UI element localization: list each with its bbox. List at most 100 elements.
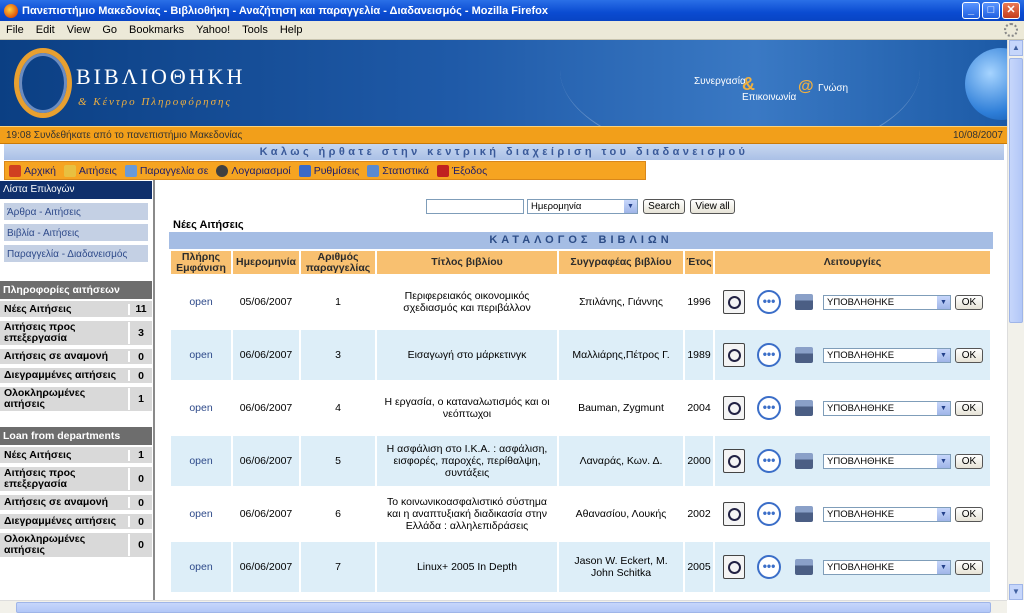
- nav-order[interactable]: Παραγγελία σε: [121, 164, 213, 177]
- col-full-view[interactable]: Πλήρης Εμφάνιση: [171, 251, 231, 277]
- open-link[interactable]: open: [189, 508, 212, 520]
- menu-help[interactable]: Help: [274, 24, 309, 36]
- ok-button[interactable]: OK: [955, 347, 983, 363]
- col-book-author[interactable]: Συγγραφέας βιβλίου: [559, 251, 683, 277]
- sidebar-divider: [153, 180, 155, 600]
- open-link[interactable]: open: [189, 455, 212, 467]
- stat-row[interactable]: Ολοκληρωμένες αιτήσεις 0: [0, 533, 152, 559]
- printer-icon[interactable]: [795, 453, 813, 469]
- menu-view[interactable]: View: [61, 24, 97, 36]
- session-status-bar: 19:08 Συνδεθήκατε από το πανεπιστήμιο Μα…: [0, 126, 1007, 144]
- stat-row[interactable]: Νέες Αιτήσεις 1: [0, 447, 152, 465]
- stat-row[interactable]: Αιτήσεις σε αναμονή 0: [0, 349, 152, 366]
- chevron-down-icon[interactable]: ▼: [937, 401, 950, 415]
- more-options-icon[interactable]: •••: [757, 449, 781, 473]
- sidebar-item-articles-requests[interactable]: Άρθρα - Αιτήσεις: [4, 203, 148, 222]
- menu-file[interactable]: File: [0, 24, 30, 36]
- scrollbar-thumb[interactable]: [1009, 58, 1023, 323]
- more-options-icon[interactable]: •••: [757, 343, 781, 367]
- search-button[interactable]: Search: [643, 199, 685, 214]
- nav-requests[interactable]: Αιτήσεις: [60, 164, 121, 177]
- scroll-down-icon[interactable]: ▼: [1009, 584, 1023, 600]
- cell-author: Αθανασίου, Λουκής: [559, 489, 683, 542]
- nav-statistics[interactable]: Στατιστικά: [363, 164, 433, 177]
- nav-settings[interactable]: Ρυθμίσεις: [295, 164, 364, 177]
- ok-button[interactable]: OK: [955, 294, 983, 310]
- stat-row[interactable]: Διεγραμμένες αιτήσεις 0: [0, 514, 152, 531]
- magnifier-icon[interactable]: [723, 502, 745, 526]
- vertical-scrollbar[interactable]: ▲ ▼: [1007, 40, 1024, 600]
- printer-icon[interactable]: [795, 400, 813, 416]
- ok-button[interactable]: OK: [955, 453, 983, 469]
- table-row: open 06/06/2007 7 Linux+ 2005 In Depth Jason…: [171, 542, 990, 595]
- magnifier-icon[interactable]: [723, 449, 745, 473]
- open-link[interactable]: open: [189, 296, 212, 308]
- stat-row[interactable]: Αιτήσεις σε αναμονή 0: [0, 495, 152, 512]
- horizontal-scrollbar[interactable]: [0, 600, 1007, 613]
- col-date[interactable]: Ημερομηνία: [233, 251, 299, 277]
- col-order-number[interactable]: Αριθμός παραγγελίας: [301, 251, 375, 277]
- cell-year: 2002: [685, 489, 713, 542]
- more-options-icon[interactable]: •••: [757, 396, 781, 420]
- nav-accounts[interactable]: Λογαριασμοί: [212, 164, 294, 177]
- stat-row[interactable]: Ολοκληρωμένες αιτήσεις 1: [0, 387, 152, 413]
- magnifier-icon[interactable]: [723, 396, 745, 420]
- menu-bookmarks[interactable]: Bookmarks: [123, 24, 190, 36]
- magnifier-icon[interactable]: [723, 555, 745, 579]
- ok-button[interactable]: OK: [955, 559, 983, 575]
- minimize-button[interactable]: _: [962, 2, 980, 19]
- status-select[interactable]: ΥΠΟΒΛΗΘΗΚΕ ▼: [823, 347, 951, 363]
- cell-title: Linux+ 2005 In Depth: [377, 542, 557, 595]
- menu-go[interactable]: Go: [96, 24, 123, 36]
- more-options-icon[interactable]: •••: [757, 502, 781, 526]
- printer-icon[interactable]: [795, 506, 813, 522]
- chevron-down-icon[interactable]: ▼: [937, 295, 950, 309]
- status-select[interactable]: ΥΠΟΒΛΗΘΗΚΕ ▼: [823, 506, 951, 522]
- scrollbar-thumb[interactable]: [16, 602, 991, 613]
- table-row: open 06/06/2007 6 Το κοινωνικοασφαλιστικό σ…: [171, 489, 990, 542]
- view-all-button[interactable]: View all: [690, 199, 735, 214]
- more-options-icon[interactable]: •••: [757, 290, 781, 314]
- ok-button[interactable]: OK: [955, 400, 983, 416]
- stat-row[interactable]: Νέες Αιτήσεις 11: [0, 301, 152, 319]
- chevron-down-icon[interactable]: ▼: [624, 200, 637, 213]
- open-link[interactable]: open: [189, 402, 212, 414]
- library-logo-icon[interactable]: [14, 48, 72, 118]
- stat-row[interactable]: Διεγραμμένες αιτήσεις 0: [0, 368, 152, 385]
- col-year[interactable]: Έτος: [685, 251, 713, 277]
- search-field-select[interactable]: Ημερομηνία ▼: [527, 199, 638, 214]
- chevron-down-icon[interactable]: ▼: [937, 454, 950, 468]
- status-select[interactable]: ΥΠΟΒΛΗΘΗΚΕ ▼: [823, 453, 951, 469]
- ok-button[interactable]: OK: [955, 506, 983, 522]
- status-select[interactable]: ΥΠΟΒΛΗΘΗΚΕ ▼: [823, 294, 951, 310]
- more-options-icon[interactable]: •••: [757, 555, 781, 579]
- close-button[interactable]: ✕: [1002, 2, 1020, 19]
- printer-icon[interactable]: [795, 294, 813, 310]
- chevron-down-icon[interactable]: ▼: [937, 348, 950, 362]
- col-book-title[interactable]: Τίτλος βιβλίου: [377, 251, 557, 277]
- status-select[interactable]: ΥΠΟΒΛΗΘΗΚΕ ▼: [823, 559, 951, 575]
- chevron-down-icon[interactable]: ▼: [937, 507, 950, 521]
- stat-row[interactable]: Αιτήσεις προς επεξεργασία 0: [0, 467, 152, 493]
- sidebar-item-books-requests[interactable]: Βιβλία - Αιτήσεις: [4, 224, 148, 243]
- search-input[interactable]: [426, 199, 524, 214]
- nav-exit[interactable]: Έξοδος: [433, 164, 491, 177]
- menu-edit[interactable]: Edit: [30, 24, 61, 36]
- menu-yahoo[interactable]: Yahoo!: [190, 24, 236, 36]
- status-select[interactable]: ΥΠΟΒΛΗΘΗΚΕ ▼: [823, 400, 951, 416]
- exit-icon: [436, 164, 449, 177]
- chevron-down-icon[interactable]: ▼: [937, 560, 950, 574]
- maximize-button[interactable]: □: [982, 2, 1000, 19]
- open-link[interactable]: open: [189, 349, 212, 361]
- menu-tools[interactable]: Tools: [236, 24, 274, 36]
- printer-icon[interactable]: [795, 347, 813, 363]
- magnifier-icon[interactable]: [723, 343, 745, 367]
- stat-row[interactable]: Αιτήσεις προς επεξεργασία 3: [0, 321, 152, 347]
- cell-date: 06/06/2007: [233, 383, 299, 436]
- open-link[interactable]: open: [189, 561, 212, 573]
- nav-home[interactable]: Αρχική: [5, 164, 60, 177]
- sidebar-item-order-interlibrary[interactable]: Παραγγελία - Διαδανεισμός: [4, 245, 148, 264]
- magnifier-icon[interactable]: [723, 290, 745, 314]
- scroll-up-icon[interactable]: ▲: [1009, 40, 1023, 56]
- printer-icon[interactable]: [795, 559, 813, 575]
